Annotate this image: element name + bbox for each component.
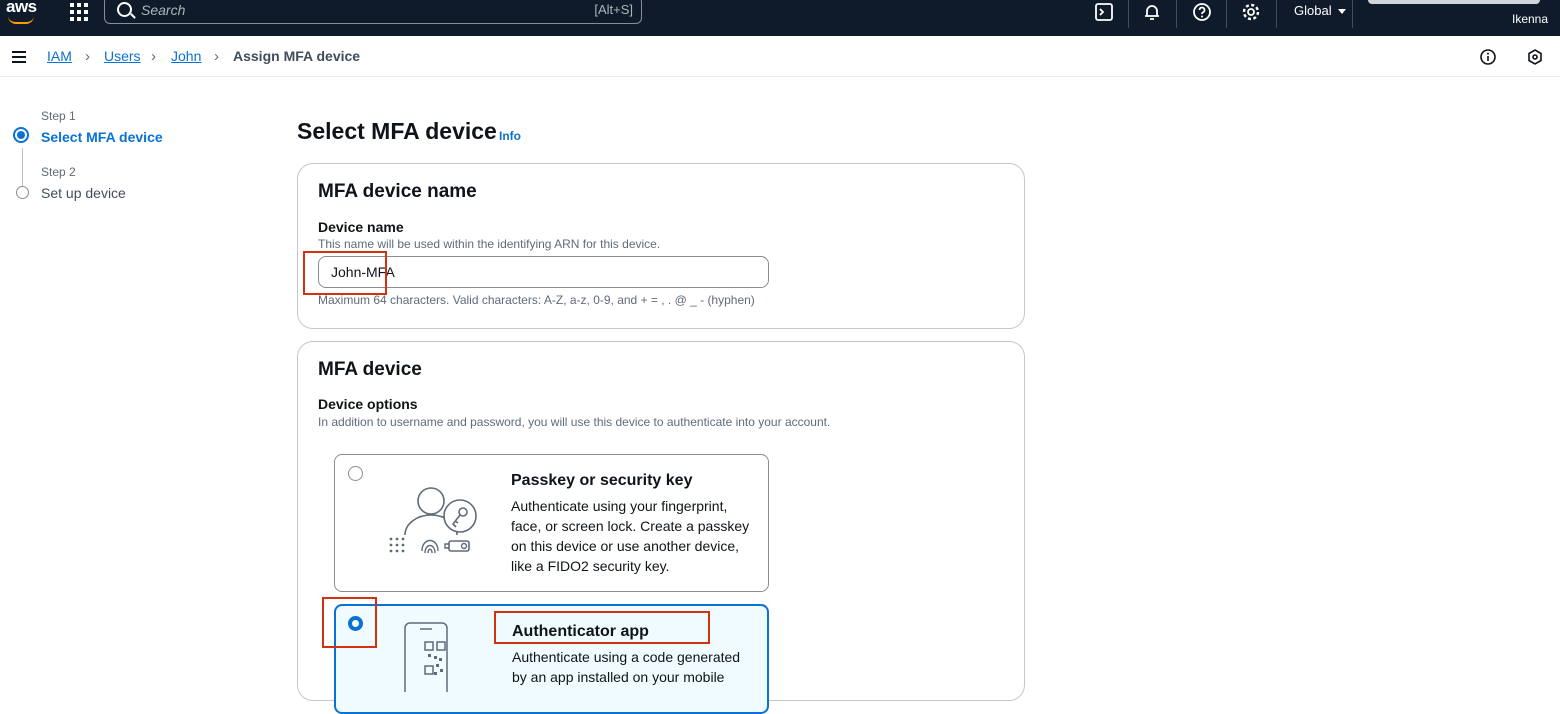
services-grid-icon[interactable]	[70, 3, 88, 21]
passkey-radio[interactable]	[348, 466, 363, 481]
help-icon[interactable]	[1192, 2, 1212, 22]
device-name-description: This name will be used within the identi…	[318, 237, 661, 251]
account-badge[interactable]	[1368, 0, 1540, 4]
nav-divider	[1276, 0, 1277, 28]
panel-heading: MFA device	[318, 359, 422, 380]
mfa-device-panel: MFA device Device options In addition to…	[297, 341, 1025, 714]
step-1-active-icon	[13, 127, 29, 143]
gear-icon[interactable]	[1241, 2, 1261, 22]
nav-divider	[1176, 0, 1177, 28]
region-selector[interactable]: Global	[1294, 3, 1346, 18]
mfa-name-panel: MFA device name Device name This name wi…	[297, 163, 1025, 329]
breadcrumb-current: Assign MFA device	[233, 48, 361, 64]
chevron-right-icon: ›	[85, 48, 90, 65]
breadcrumb-users[interactable]: Users	[104, 48, 141, 64]
step-1-name[interactable]: Select MFA device	[41, 129, 163, 145]
nav-divider	[1226, 0, 1227, 28]
step-1-label: Step 1	[41, 109, 76, 123]
device-name-constraint: Maximum 64 characters. Valid characters:…	[318, 293, 755, 307]
passkey-title: Passkey or security key	[511, 472, 693, 489]
step-2-label: Step 2	[41, 165, 76, 179]
search-shortcut: [Alt+S]	[594, 2, 633, 17]
breadcrumb-iam[interactable]: IAM	[47, 48, 72, 64]
account-menu[interactable]: Ikenna	[1512, 12, 1548, 26]
annotation-highlight-box	[494, 611, 710, 644]
page-title: Select MFA device	[297, 118, 497, 144]
authenticator-description: Authenticate using a code generated by a…	[512, 649, 741, 685]
aws-logo-smile	[8, 16, 34, 24]
passkey-illustration-icon	[389, 487, 477, 554]
phone-qr-icon	[404, 622, 448, 692]
annotation-highlight-box	[322, 597, 377, 648]
annotation-highlight-box	[303, 251, 387, 295]
step-2-icon	[16, 186, 29, 199]
panel-heading: MFA device name	[318, 181, 477, 202]
search-input[interactable]: Search [Alt+S]	[104, 0, 642, 24]
search-icon	[117, 2, 132, 17]
option-passkey[interactable]: Passkey or security key Authenticate usi…	[334, 454, 769, 592]
cloudshell-icon[interactable]	[1094, 2, 1114, 22]
aws-logo[interactable]: aws	[6, 0, 37, 17]
chevron-right-icon: ›	[214, 48, 219, 65]
info-icon[interactable]	[1480, 49, 1496, 65]
device-options-description: In addition to username and password, yo…	[318, 415, 831, 429]
device-options-label: Device options	[318, 396, 418, 412]
nav-divider	[1352, 0, 1353, 28]
nav-divider	[1128, 0, 1129, 28]
feedback-icon[interactable]	[1527, 49, 1543, 65]
menu-icon[interactable]	[12, 51, 26, 66]
bell-icon[interactable]	[1142, 2, 1162, 22]
breadcrumb-bar: IAM › Users › John › Assign MFA device	[0, 36, 1560, 77]
device-name-label: Device name	[318, 219, 404, 235]
chevron-right-icon: ›	[151, 48, 156, 65]
info-link[interactable]: Info	[499, 129, 521, 143]
step-2-name: Set up device	[41, 185, 126, 201]
passkey-description: Authenticate using your fingerprint, fac…	[511, 498, 750, 574]
search-placeholder: Search	[141, 2, 186, 18]
step-connector	[22, 148, 23, 186]
breadcrumb-john[interactable]: John	[171, 48, 201, 64]
top-nav: aws Search [Alt+S] Global Ikenna	[0, 0, 1560, 36]
